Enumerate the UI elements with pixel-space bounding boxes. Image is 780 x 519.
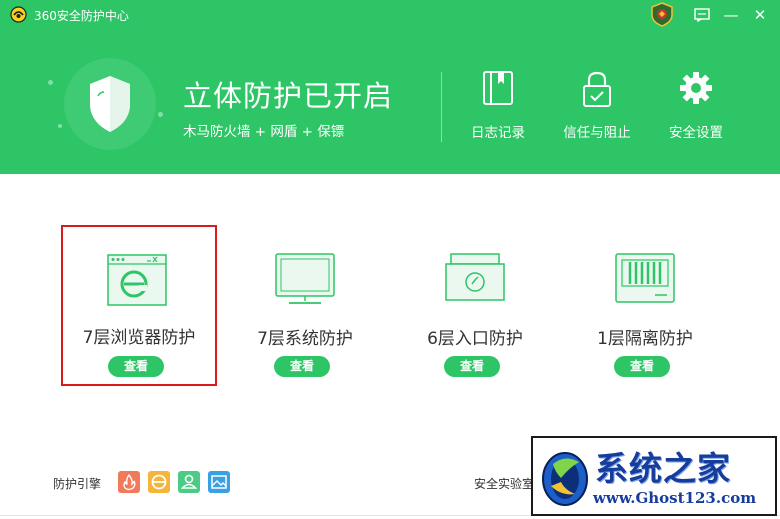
entrance-icon	[445, 253, 505, 309]
system-protection-card[interactable]: 7层系统防护 查看	[229, 228, 381, 384]
entrance-protection-card[interactable]: 6层入口防护 查看	[399, 228, 551, 384]
browser-protection-card[interactable]: 7层浏览器防护 查看	[61, 225, 217, 386]
card-title: 7层系统防护	[257, 329, 353, 349]
security-lab-label: 安全实验室	[474, 477, 535, 491]
site-watermark: 系统之家 www.Ghost123.com	[531, 436, 777, 516]
lock-icon	[583, 71, 611, 107]
view-button[interactable]: 查看	[108, 356, 164, 377]
minimize-button[interactable]: —	[719, 4, 743, 26]
security-settings-button[interactable]: 安全设置	[651, 66, 741, 146]
close-button[interactable]: ✕	[748, 4, 772, 26]
header-banner: 360安全防护中心 — ✕ 立体防护已开启 木马防火墙 + 网盾 + 保镖 日志…	[0, 0, 780, 174]
user-engine-icon	[180, 474, 198, 489]
feedback-button[interactable]	[690, 4, 714, 26]
user-engine-button[interactable]	[178, 471, 200, 493]
globe-logo-icon	[542, 452, 588, 506]
view-button[interactable]: 查看	[274, 356, 330, 377]
app-logo-icon	[10, 6, 27, 23]
protection-engine-label: 防护引擎	[53, 477, 102, 491]
shield-status-icon	[62, 56, 158, 152]
trust-block-button[interactable]: 信任与阻止	[552, 66, 642, 146]
dot-decor	[58, 124, 62, 128]
monitor-icon	[275, 253, 335, 309]
message-icon	[694, 8, 710, 23]
image-engine-icon	[211, 475, 227, 489]
card-title: 6层入口防护	[427, 329, 523, 349]
trust-block-label: 信任与阻止	[563, 125, 631, 141]
e-engine-icon	[151, 474, 167, 490]
protection-status-subtitle: 木马防火墙 + 网盾 + 保镖	[183, 124, 345, 140]
gear-icon	[680, 72, 712, 104]
dot-decor	[158, 112, 163, 117]
dot-decor	[48, 80, 53, 85]
card-title: 7层浏览器防护	[82, 328, 196, 348]
log-record-label: 日志记录	[471, 125, 525, 141]
protection-status-title: 立体防护已开启	[183, 79, 394, 113]
fire-engine-button[interactable]	[118, 471, 140, 493]
header-divider	[441, 72, 442, 142]
browser-icon	[107, 254, 167, 310]
title-bar[interactable]: 360安全防护中心 — ✕	[0, 0, 780, 30]
view-button[interactable]: 查看	[614, 356, 670, 377]
watermark-title: 系统之家	[595, 449, 731, 488]
security-settings-label: 安全设置	[669, 125, 723, 141]
watermark-url: www.Ghost123.com	[593, 489, 757, 507]
log-book-icon	[483, 71, 513, 105]
log-record-button[interactable]: 日志记录	[453, 66, 543, 146]
isolation-icon	[615, 253, 675, 309]
security-lab-link[interactable]: 安全实验室	[474, 475, 534, 492]
badge-icon[interactable]	[649, 2, 675, 27]
view-button[interactable]: 查看	[444, 356, 500, 377]
image-engine-button[interactable]	[208, 471, 230, 493]
isolation-protection-card[interactable]: 1层隔离防护 查看	[569, 228, 721, 384]
app-title: 360安全防护中心	[34, 9, 129, 23]
card-title: 1层隔离防护	[597, 329, 693, 349]
e-engine-button[interactable]	[148, 471, 170, 493]
fire-engine-icon	[123, 473, 136, 491]
